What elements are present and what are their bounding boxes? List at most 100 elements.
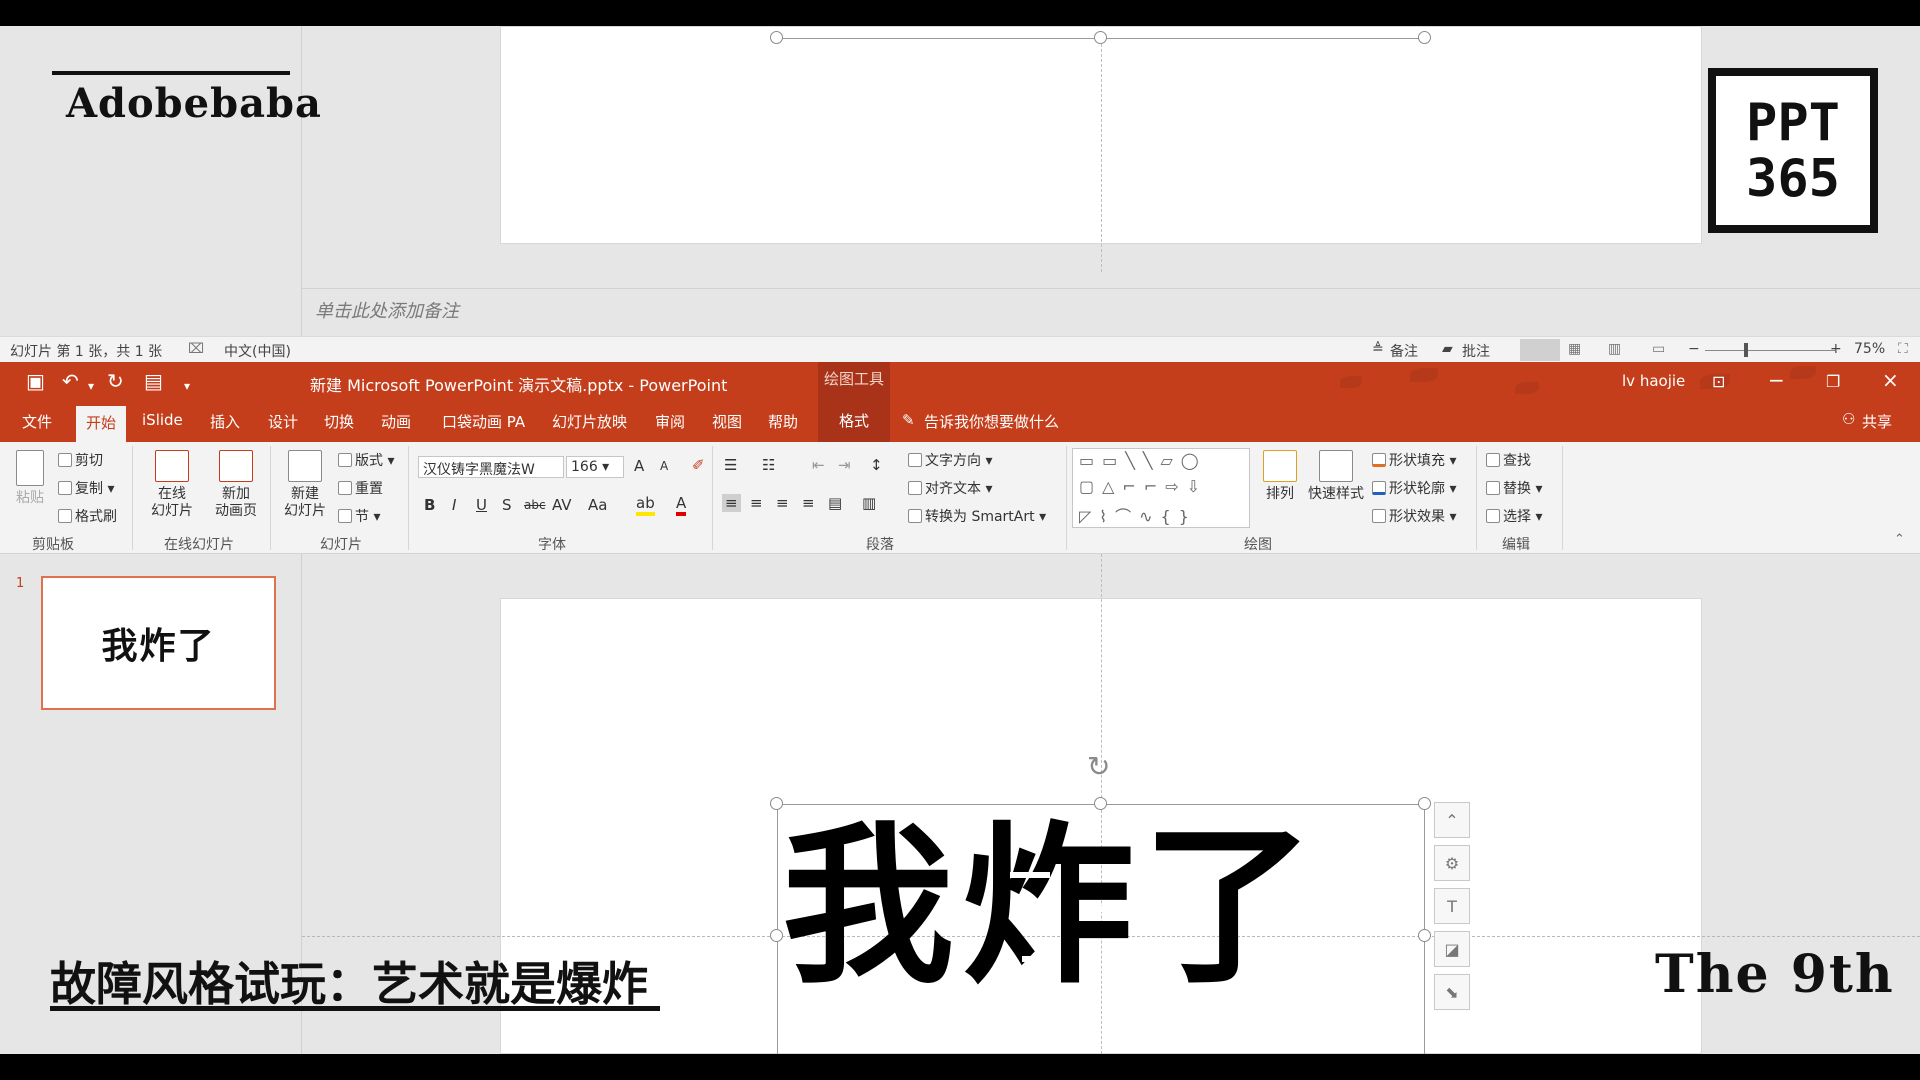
font-size-select[interactable]: 166 ▾ [566, 456, 624, 478]
tab-design[interactable]: 设计 [268, 411, 298, 432]
zoom-slider-track[interactable] [1705, 350, 1835, 351]
notes-pane[interactable] [302, 288, 1920, 336]
numbering-icon[interactable]: ☷ [762, 456, 775, 474]
increase-indent-icon[interactable]: ⇥ [838, 456, 851, 474]
tab-review[interactable]: 审阅 [655, 411, 685, 432]
tab-view[interactable]: 视图 [712, 411, 742, 432]
font-color-icon[interactable]: A [676, 494, 687, 516]
rotate-handle-icon[interactable]: ↻ [1087, 750, 1110, 783]
comments-icon[interactable]: ▰ [1442, 341, 1453, 357]
layout-button[interactable]: 版式 ▾ [338, 450, 394, 470]
columns-icon[interactable]: ▥ [862, 494, 876, 512]
restore-icon[interactable]: ❐ [1826, 372, 1840, 391]
slide-thumbnail[interactable]: 我炸了 [41, 576, 276, 710]
tab-slideshow[interactable]: 幻灯片放映 [552, 411, 627, 432]
copy-button[interactable]: 复制 ▾ [58, 478, 114, 498]
language-indicator[interactable]: 中文(中国) [224, 341, 291, 361]
grow-font-icon[interactable]: A [634, 457, 644, 475]
align-left-icon[interactable]: ≡ [722, 494, 741, 512]
reading-view-icon[interactable]: ▥ [1608, 341, 1621, 357]
undo-dropdown-icon[interactable]: ▾ [88, 376, 94, 396]
collapse-chevron-icon[interactable]: ⌃ [1434, 802, 1470, 838]
notes-toggle-icon[interactable]: ≜ [1372, 341, 1384, 357]
save-icon[interactable]: ▣ [26, 371, 45, 391]
text-direction-button[interactable]: 文字方向 ▾ [908, 450, 992, 470]
line-spacing-icon[interactable]: ↕ [870, 456, 883, 474]
normal-view-icon[interactable] [1520, 339, 1560, 361]
tab-file[interactable]: 文件 [22, 411, 52, 432]
resize-handle[interactable] [1094, 31, 1107, 44]
tab-islide[interactable]: iSlide [142, 411, 183, 429]
share-icon[interactable]: ⚇ [1842, 410, 1855, 428]
comments-toggle[interactable]: 批注 [1462, 341, 1490, 361]
tab-format[interactable]: 格式 [818, 402, 890, 442]
underline-icon[interactable]: U [476, 496, 487, 514]
bold-icon[interactable]: B [424, 496, 435, 514]
smartart-button[interactable]: 转换为 SmartArt ▾ [908, 506, 1046, 526]
cut-button[interactable]: 剪切 [58, 450, 103, 470]
undo-icon[interactable]: ↶ [62, 371, 79, 391]
minimize-icon[interactable]: − [1768, 368, 1785, 392]
text-options-icon[interactable]: T [1434, 888, 1470, 924]
align-right-icon[interactable]: ≡ [776, 494, 789, 512]
collapse-ribbon-icon[interactable]: ⌃ [1894, 532, 1905, 547]
present-from-start-icon[interactable]: ▤ [144, 371, 163, 391]
shape-styles-icon[interactable]: ◪ [1434, 931, 1470, 967]
fit-window-icon[interactable]: ⛶ [1898, 341, 1908, 357]
highlight-icon[interactable]: ab [636, 494, 655, 516]
share-button[interactable]: 共享 [1862, 411, 1892, 432]
ribbon-display-icon[interactable]: ⊡ [1712, 372, 1725, 391]
arrange-button[interactable]: 排列 [1256, 450, 1304, 503]
shape-row-icons[interactable]: ▭▭╲╲▱◯ [1079, 451, 1207, 470]
shrink-font-icon[interactable]: A [660, 459, 668, 473]
shapes-gallery[interactable]: ▭▭╲╲▱◯ ▢△⌐⌐⇨⇩ ◸⌇⌒∿{} [1072, 448, 1250, 528]
customize-toolbar-icon[interactable]: ▾ [184, 376, 190, 396]
tab-home[interactable]: 开始 [76, 406, 126, 442]
zoom-in-icon[interactable]: + [1830, 341, 1842, 357]
shape-row-icons[interactable]: ▢△⌐⌐⇨⇩ [1079, 477, 1208, 496]
spellcheck-icon[interactable]: ⌧ [188, 341, 204, 357]
notes-placeholder[interactable]: 单击此处添加备注 [315, 297, 459, 323]
slide-sorter-icon[interactable]: ▦ [1568, 341, 1581, 357]
replace-button[interactable]: 替换 ▾ [1486, 478, 1542, 498]
section-button[interactable]: 节 ▾ [338, 506, 380, 526]
find-button[interactable]: 查找 [1486, 450, 1531, 470]
select-button[interactable]: 选择 ▾ [1486, 506, 1542, 526]
tab-insert[interactable]: 插入 [210, 411, 240, 432]
justify-icon[interactable]: ≡ [802, 494, 815, 512]
reset-button[interactable]: 重置 [338, 478, 383, 498]
online-slides-button[interactable]: 在线 幻灯片 [140, 450, 204, 520]
resize-handle[interactable] [770, 31, 783, 44]
format-pane-icon[interactable]: ⬊ [1434, 974, 1470, 1010]
layout-options-icon[interactable]: ⚙ [1434, 845, 1470, 881]
tab-transitions[interactable]: 切换 [324, 411, 354, 432]
paste-button[interactable]: 粘贴 [10, 450, 50, 507]
tell-me-search[interactable]: 告诉我你想要做什么 [924, 411, 1059, 432]
tab-animations[interactable]: 动画 [381, 411, 411, 432]
redo-icon[interactable]: ↻ [107, 371, 124, 391]
resize-handle[interactable] [1418, 797, 1431, 810]
format-painter-button[interactable]: 格式刷 [58, 506, 117, 526]
align-center-icon[interactable]: ≡ [750, 494, 763, 512]
char-spacing-icon[interactable]: AV [552, 496, 572, 514]
text-shadow-icon[interactable]: S [502, 496, 512, 514]
distributed-icon[interactable]: ▤ [828, 494, 842, 512]
user-name[interactable]: lv haojie [1622, 372, 1685, 390]
strikethrough-icon[interactable]: abc [524, 498, 546, 512]
shape-outline-button[interactable]: 形状轮廓 ▾ [1372, 478, 1456, 498]
zoom-slider-thumb[interactable] [1744, 343, 1748, 357]
resize-handle[interactable] [1418, 31, 1431, 44]
resize-handle[interactable] [1418, 929, 1431, 942]
bullets-icon[interactable]: ☰ [724, 456, 737, 474]
shape-row-icons[interactable]: ◸⌇⌒∿{} [1079, 503, 1197, 527]
tab-pocket-animation[interactable]: 口袋动画 PA [442, 411, 525, 432]
slideshow-icon[interactable]: ▭ [1652, 341, 1665, 357]
italic-icon[interactable]: I [452, 496, 456, 514]
slide-title-text[interactable]: 我炸了 [782, 820, 1322, 992]
decrease-indent-icon[interactable]: ⇤ [812, 456, 825, 474]
align-text-button[interactable]: 对齐文本 ▾ [908, 478, 992, 498]
notes-toggle[interactable]: 备注 [1390, 341, 1418, 361]
clear-format-icon[interactable]: ✐ [692, 456, 705, 474]
tab-help[interactable]: 帮助 [768, 411, 798, 432]
new-animation-page-button[interactable]: 新加 动画页 [204, 450, 268, 520]
